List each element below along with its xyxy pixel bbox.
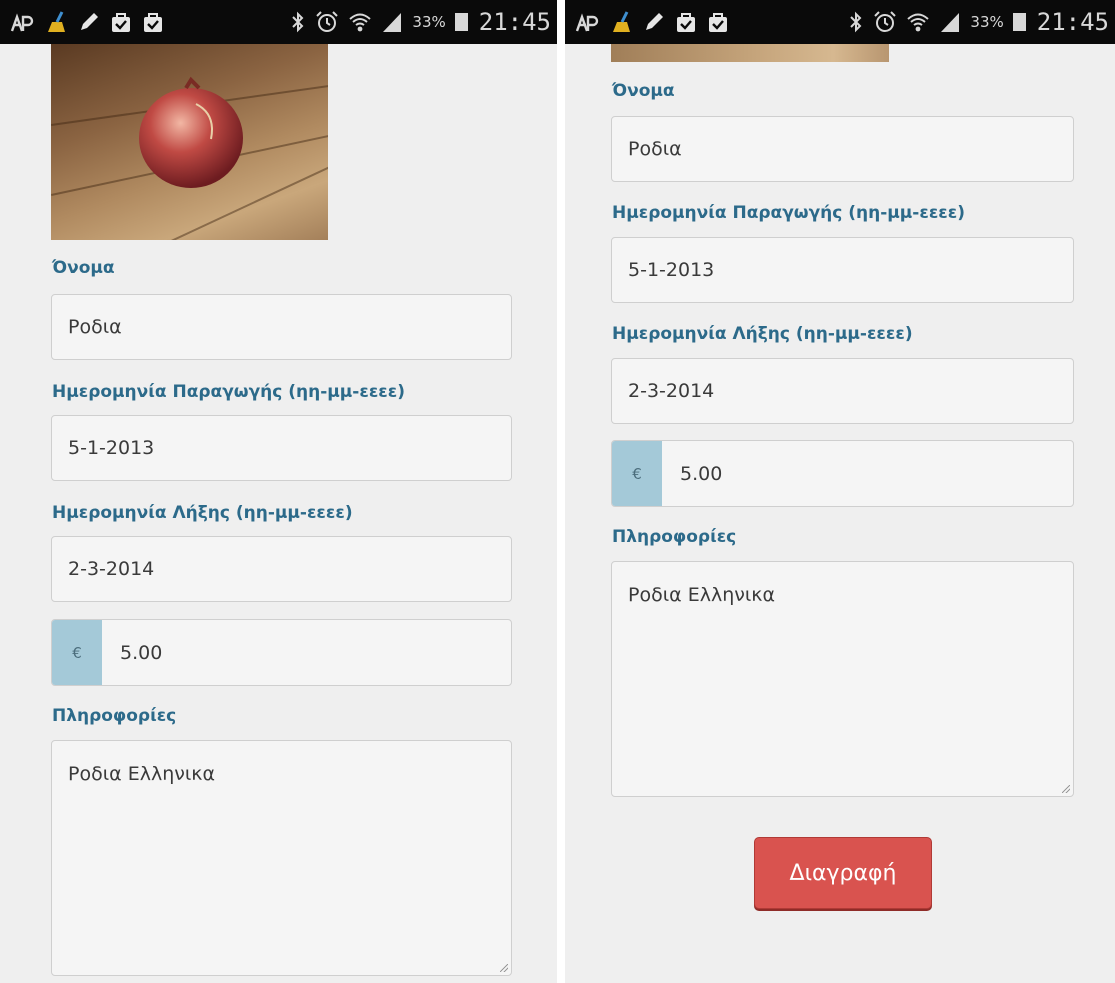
info-label: Πληροφορίες — [52, 706, 177, 726]
product-photo — [611, 44, 889, 62]
currency-addon: € — [612, 441, 662, 506]
resize-handle[interactable] — [1062, 785, 1070, 793]
wifi-icon — [348, 10, 372, 34]
battery-icon — [1012, 13, 1026, 31]
delete-button[interactable]: Διαγραφή — [754, 837, 932, 909]
name-label: Όνομα — [52, 258, 115, 278]
price-input[interactable]: 5.00 — [662, 441, 1073, 506]
expiry-date-label: Ημερομηνία Λήξης (ηη-μμ-εεεε) — [612, 324, 913, 344]
price-input-group: € 5.00 — [611, 440, 1074, 507]
expiry-date-input[interactable]: 2-3-2014 — [51, 536, 512, 602]
pencil-icon — [643, 11, 665, 33]
name-input[interactable]: Ροδια — [51, 294, 512, 360]
battery-icon — [454, 13, 468, 31]
currency-addon: € — [52, 620, 102, 685]
bag-icon — [110, 11, 132, 33]
price-input[interactable]: 5.00 — [102, 620, 511, 685]
production-date-label: Ημερομηνία Παραγωγής (ηη-μμ-εεεε) — [52, 382, 405, 402]
info-textarea[interactable]: Ροδια Ελληνικα — [611, 561, 1074, 797]
signal-icon — [939, 11, 961, 33]
wifi-icon — [906, 10, 930, 34]
bluetooth-icon — [290, 11, 306, 33]
price-input-group: € 5.00 — [51, 619, 512, 686]
signal-icon — [381, 11, 403, 33]
expiry-date-label: Ημερομηνία Λήξης (ηη-μμ-εεεε) — [52, 503, 353, 523]
info-textarea[interactable]: Ροδια Ελληνικα — [51, 740, 512, 976]
cleaner-icon — [44, 10, 68, 34]
product-photo — [51, 44, 328, 240]
debug-icon — [10, 11, 34, 33]
battery-percent: 33% — [970, 13, 1004, 31]
pencil-icon — [78, 11, 100, 33]
debug-icon — [575, 11, 599, 33]
expiry-date-input[interactable]: 2-3-2014 — [611, 358, 1074, 424]
clock: 21:45 — [478, 8, 551, 36]
production-date-label: Ημερομηνία Παραγωγής (ηη-μμ-εεεε) — [612, 203, 965, 223]
info-text: Ροδια Ελληνικα — [68, 763, 215, 785]
bag-check-icon — [142, 11, 164, 33]
status-bar: 33% 21:45 — [0, 0, 557, 44]
name-label: Όνομα — [612, 81, 675, 101]
notification-icons — [10, 8, 164, 36]
system-icons: 33% 21:45 — [848, 8, 1109, 36]
info-text: Ροδια Ελληνικα — [628, 584, 775, 606]
battery-percent: 33% — [412, 13, 446, 31]
system-icons: 33% 21:45 — [290, 8, 551, 36]
clock: 21:45 — [1036, 8, 1109, 36]
info-label: Πληροφορίες — [612, 527, 737, 547]
alarm-icon — [315, 10, 339, 34]
cleaner-icon — [609, 10, 633, 34]
bag-icon — [675, 11, 697, 33]
status-bar: 33% 21:45 — [565, 0, 1115, 44]
alarm-icon — [873, 10, 897, 34]
notification-icons — [575, 8, 729, 36]
production-date-input[interactable]: 5-1-2013 — [611, 237, 1074, 303]
bag-check-icon — [707, 11, 729, 33]
pomegranate-image — [139, 76, 243, 188]
phone-screen-left: 33% 21:45 Όνομα Ροδια Ημερομηνία Παραγωγ… — [0, 0, 557, 983]
bluetooth-icon — [848, 11, 864, 33]
name-input[interactable]: Ροδια — [611, 116, 1074, 182]
production-date-input[interactable]: 5-1-2013 — [51, 415, 512, 481]
resize-handle[interactable] — [500, 964, 508, 972]
